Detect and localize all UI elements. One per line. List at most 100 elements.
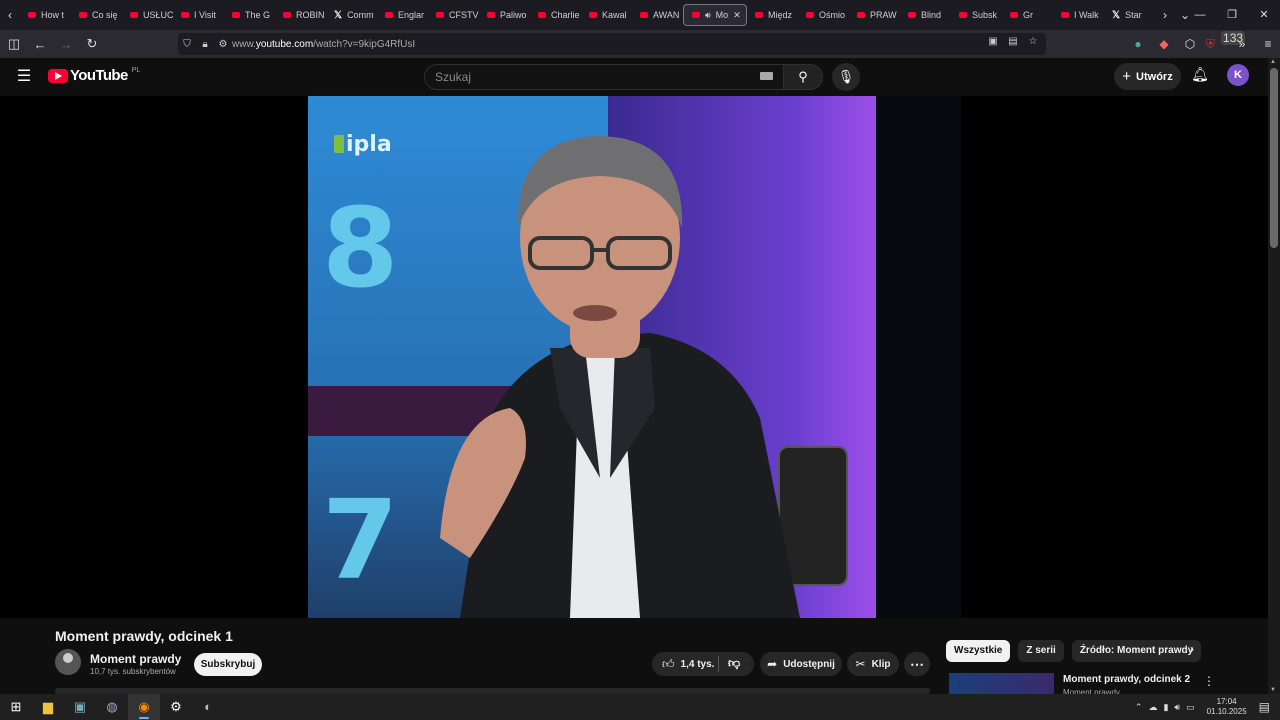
like-count[interactable]: 1,4 tys. <box>681 659 715 670</box>
sidebar-toggle-icon[interactable]: ◫ <box>2 36 26 52</box>
back-icon[interactable]: ← <box>28 37 52 52</box>
browser-tab[interactable]: I Visit <box>173 4 224 26</box>
browser-tab[interactable]: Subsk <box>951 4 1002 26</box>
browser-tab[interactable]: Co się <box>71 4 122 26</box>
extensions-puzzle-icon[interactable]: ⬡ <box>1180 37 1200 51</box>
x-logo-icon: 𝕏 <box>334 9 343 21</box>
share-button[interactable]: ➦ Udostępnij <box>760 652 842 676</box>
clip-label: Klip <box>871 658 891 670</box>
onedrive-icon[interactable]: ☁ <box>1148 702 1157 713</box>
browser-tab[interactable]: I Walk <box>1053 4 1104 26</box>
app-icon[interactable]: ◐ <box>192 694 224 720</box>
browser-tab[interactable]: Blind <box>900 4 951 26</box>
clip-button[interactable]: ✂ Klip <box>847 652 899 676</box>
browser-tab[interactable]: The G <box>224 4 275 26</box>
video-player[interactable]: 8 7 ipla <box>0 96 1268 618</box>
remote-desktop-icon[interactable]: ▣ <box>64 694 96 720</box>
firefox-icon[interactable]: ◉ <box>128 694 160 720</box>
browser-tab[interactable]: 𝕏 Comm <box>326 4 377 26</box>
like-thumb-icon[interactable]: 👍︎ <box>662 657 675 672</box>
more-actions-button[interactable]: ⋯ <box>904 652 930 676</box>
browser-tab[interactable]: Charlie <box>530 4 581 26</box>
permissions-icon[interactable]: ⚙ <box>214 39 232 50</box>
url-bar[interactable]: ⛉ 🔒︎ ⚙ www.youtube.com/watch?v=9kipG4RfU… <box>178 33 1046 55</box>
youtube-logo[interactable]: YouTube PL <box>48 67 140 84</box>
tracking-shield-icon[interactable]: ⛉ <box>178 39 196 50</box>
filter-chip[interactable]: Z serii <box>1018 640 1064 662</box>
reader-view-icon[interactable]: ▤ <box>1006 36 1020 47</box>
browser-tab[interactable]: CFSTV <box>428 4 479 26</box>
subscribe-button[interactable]: Subskrybuj <box>194 653 262 676</box>
restore-icon[interactable]: ❐ <box>1216 0 1248 30</box>
fox-extension-icon[interactable]: ◆ <box>1154 37 1174 51</box>
file-explorer-icon[interactable]: ▆ <box>32 694 64 720</box>
minimize-icon[interactable]: — <box>1184 0 1216 30</box>
channel-avatar[interactable] <box>55 649 81 675</box>
notifications-icon[interactable]: ▤ <box>1259 700 1270 714</box>
voice-search-button[interactable]: 🎙︎ <box>832 63 860 91</box>
system-clock[interactable]: 17:04 01.10.2025 <box>1207 697 1247 717</box>
tabs-scroll-right-icon[interactable]: › <box>1155 8 1175 22</box>
volume-icon[interactable]: 🔊︎ <box>1174 702 1180 713</box>
video-frame[interactable]: 8 7 ipla <box>308 96 961 618</box>
scrollbar-thumb[interactable] <box>1270 68 1278 248</box>
related-video-title[interactable]: Moment prawdy, odcinek 2 <box>1063 674 1190 685</box>
search-input[interactable]: Szukaj <box>424 64 784 90</box>
filter-chip[interactable]: Źródło: Moment prawdy <box>1071 640 1202 662</box>
scroll-down-arrow-icon[interactable]: ▼ <box>1270 687 1276 693</box>
browser-tab[interactable]: 𝕏 Star <box>1104 4 1155 26</box>
browser-tab-active[interactable]: 🔊︎ Mo ✕ <box>683 4 747 26</box>
bookmark-star-icon[interactable]: ☆ <box>1026 36 1040 47</box>
network-icon[interactable]: ▭ <box>1186 702 1195 713</box>
tabs-scroll-left-icon[interactable]: ‹ <box>0 8 20 22</box>
browser-tab[interactable]: Międz <box>747 4 798 26</box>
forward-icon[interactable]: → <box>54 37 78 52</box>
pip-icon[interactable]: ▣ <box>986 36 1000 47</box>
create-button[interactable]: + Utwórz <box>1114 63 1181 90</box>
tab-label: Międz <box>768 10 793 20</box>
tab-label: Co się <box>92 10 118 20</box>
close-tab-icon[interactable]: ✕ <box>733 10 741 21</box>
browser-tab[interactable]: Englar <box>377 4 428 26</box>
page-scrollbar[interactable]: ▲ ▼ <box>1268 58 1280 694</box>
browser-tab[interactable]: PRAW <box>849 4 900 26</box>
keyboard-icon[interactable] <box>760 72 773 80</box>
account-avatar[interactable]: K <box>1227 64 1249 86</box>
browser-tab[interactable]: Kawal <box>581 4 632 26</box>
search-button[interactable]: ⚲ <box>783 64 823 90</box>
reload-icon[interactable]: ↻ <box>80 36 104 52</box>
related-video-thumbnail[interactable] <box>949 673 1054 694</box>
browser-tab[interactable]: ROBIN <box>275 4 326 26</box>
browser-tab[interactable]: USŁUC <box>122 4 173 26</box>
close-window-icon[interactable]: ✕ <box>1248 0 1280 30</box>
start-windows-icon[interactable]: ⊞ <box>0 694 32 720</box>
youtube-wordmark: YouTube <box>70 67 128 84</box>
related-video-menu-icon[interactable]: ⋮ <box>1203 674 1215 688</box>
tab-label: I Walk <box>1074 10 1099 20</box>
tray-overflow-icon[interactable]: ⌃ <box>1135 702 1143 713</box>
browser-tab[interactable]: Paliwo <box>479 4 530 26</box>
ublock-icon[interactable]: ⛨ 133 <box>1206 30 1246 52</box>
vpn-extension-icon[interactable]: ● <box>1128 37 1148 51</box>
channel-name[interactable]: Moment prawdy <box>90 652 181 666</box>
browser-tab[interactable]: Ośmio <box>798 4 849 26</box>
browser-tab[interactable]: How t <box>20 4 71 26</box>
overflow-chevron-icon[interactable]: » <box>1232 37 1252 51</box>
notifications-bell-icon[interactable]: 🔔︎ <box>1190 66 1210 86</box>
tab-label: Englar <box>398 10 425 20</box>
speaker-icon[interactable]: 🔊︎ <box>705 10 711 21</box>
guide-menu-icon[interactable]: ☰ <box>14 68 34 86</box>
steam-icon[interactable]: ◍ <box>96 694 128 720</box>
tray-app-icon[interactable]: ▮ <box>1163 702 1168 713</box>
browser-tab[interactable]: AWAN <box>632 4 683 26</box>
dislike-thumb-icon[interactable]: 👎︎ <box>728 656 740 671</box>
youtube-favicon-icon <box>487 12 495 18</box>
scroll-up-arrow-icon[interactable]: ▲ <box>1270 59 1276 65</box>
youtube-favicon-icon <box>755 12 763 18</box>
app-menu-icon[interactable]: ≡ <box>1258 37 1278 51</box>
settings-gear-icon[interactable]: ⚙ <box>160 694 192 720</box>
browser-tab[interactable]: Gr <box>1002 4 1053 26</box>
lock-icon[interactable]: 🔒︎ <box>196 39 214 50</box>
filter-chip[interactable]: Wszystkie <box>946 640 1011 662</box>
chips-next-icon[interactable]: › <box>1190 642 1194 656</box>
